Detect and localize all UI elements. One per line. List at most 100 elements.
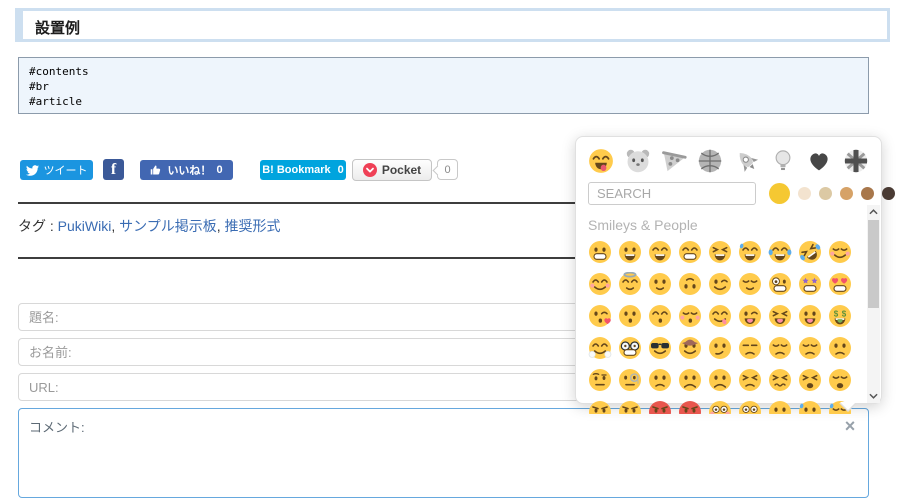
emoji-persevering-face[interactable] (738, 368, 762, 392)
emoji-tab-symbols-icon[interactable] (806, 147, 832, 174)
emoji-grinning-face-smiling-eyes[interactable] (648, 240, 672, 264)
tag-link[interactable]: PukiWiki (58, 218, 112, 234)
emoji-fearful-face[interactable] (768, 400, 792, 414)
hatena-count: 0 (337, 164, 344, 176)
emoji-confused-face[interactable] (648, 368, 672, 392)
emoji-smiling-face-with-halo[interactable] (618, 272, 642, 296)
emoji-tab-animals-nature-icon[interactable] (624, 147, 650, 174)
emoji-scroll-area: Smileys & People $ $ (576, 211, 881, 414)
emoji-tab-smileys-people-icon[interactable] (588, 147, 614, 174)
emoji-unamused-face[interactable] (738, 336, 762, 360)
facebook-f-icon: f (110, 161, 117, 178)
emoji-nerd-face[interactable] (618, 336, 642, 360)
skin-tone-swatch[interactable] (882, 187, 895, 200)
tag-link[interactable]: サンプル掲示板 (119, 218, 217, 234)
comment-textarea[interactable] (18, 408, 869, 498)
emoji-kissing-face-smiling-eyes[interactable] (648, 304, 672, 328)
emoji-disappointed-face[interactable] (768, 336, 792, 360)
emoji-kissing-face-closed-eyes[interactable] (678, 304, 702, 328)
emoji-smirking-face[interactable] (708, 336, 732, 360)
emoji-tab-objects-icon[interactable] (770, 147, 796, 174)
emoji-picker: Smileys & People $$ (575, 136, 895, 414)
picker-scrollbar[interactable] (867, 205, 880, 403)
emoji-category-tabs (576, 137, 881, 179)
emoji-money-mouth-face[interactable]: $ $ (828, 304, 852, 328)
emoji-face-with-raised-eyebrow[interactable] (588, 368, 612, 392)
tweet-button[interactable]: ツイート (20, 160, 93, 180)
emoji-face-blowing-kiss[interactable] (588, 304, 612, 328)
emoji-tab-activity-icon[interactable] (697, 147, 723, 174)
emoji-rolling-on-the-floor-laughing[interactable] (798, 240, 822, 264)
emoji-screaming-face[interactable] (738, 400, 762, 414)
emoji-grid: $ $ (588, 240, 858, 414)
emoji-cowboy-hat-face[interactable] (678, 336, 702, 360)
skin-tone-swatch[interactable] (769, 183, 790, 204)
emoji-face-with-steam[interactable] (588, 400, 612, 414)
emoji-pouting-face[interactable] (648, 400, 672, 414)
emoji-slightly-frowning-face[interactable] (678, 368, 702, 392)
emoji-grinning-face-big-eyes[interactable] (618, 240, 642, 264)
emoji-tab-flags-icon[interactable] (843, 147, 869, 174)
emoji-hugging-face[interactable] (588, 336, 612, 360)
pocket-label: Pocket (381, 163, 422, 177)
emoji-grinning-squinting-face[interactable] (708, 240, 732, 264)
page-title: 設置例 (15, 8, 890, 42)
tag-link[interactable]: 推奨形式 (225, 218, 281, 234)
emoji-anxious-face-with-sweat[interactable] (798, 400, 822, 414)
emoji-weary-face[interactable] (828, 368, 852, 392)
emoji-pensive-face[interactable] (798, 336, 822, 360)
pocket-count-bubble[interactable]: 0 (437, 159, 458, 180)
skin-tone-swatch[interactable] (861, 187, 874, 200)
emoji-face-with-tears-of-joy[interactable] (768, 240, 792, 264)
emoji-relieved-face[interactable] (738, 272, 762, 296)
tweet-button-label: ツイート (43, 165, 88, 177)
skin-tone-swatch[interactable] (840, 187, 853, 200)
pocket-button[interactable]: Pocket (352, 159, 432, 181)
emoji-tired-face[interactable] (798, 368, 822, 392)
emoji-face-with-symbols-on-mouth[interactable] (678, 400, 702, 414)
pocket-logo-icon (362, 163, 377, 177)
emoji-angry-face[interactable] (618, 400, 642, 414)
emoji-upside-down-face[interactable] (678, 272, 702, 296)
picker-close-icon[interactable]: × (840, 416, 860, 436)
hatena-bookmark-button[interactable]: B! Bookmark 0 (260, 160, 346, 180)
emoji-tab-travel-places-icon[interactable] (734, 147, 760, 174)
skin-tone-swatch[interactable] (798, 187, 811, 200)
code-line: #contents (29, 65, 89, 78)
scrollbar-down-icon[interactable] (867, 389, 880, 403)
emoji-beaming-face[interactable] (678, 240, 702, 264)
thumbs-up-icon (150, 164, 162, 176)
emoji-worried-face[interactable] (828, 336, 852, 360)
emoji-face-with-monocle[interactable] (618, 368, 642, 392)
emoji-heart-eyes[interactable] (828, 272, 852, 296)
emoji-face-with-tongue[interactable] (798, 304, 822, 328)
hatena-label: B! Bookmark (262, 164, 331, 176)
emoji-zany-face[interactable] (768, 272, 792, 296)
emoji-tab-food-drink-icon[interactable] (661, 147, 687, 174)
scrollbar-thumb[interactable] (868, 220, 879, 308)
scrollbar-up-icon[interactable] (867, 205, 880, 219)
picker-tail (839, 402, 857, 412)
emoji-smiling-face-smiling-eyes[interactable] (588, 272, 612, 296)
emoji-confounded-face[interactable] (768, 368, 792, 392)
emoji-grinning-face-with-sweat[interactable] (738, 240, 762, 264)
emoji-smiling-face[interactable] (828, 240, 852, 264)
emoji-squinting-face-with-tongue[interactable] (768, 304, 792, 328)
emoji-face-savoring-food[interactable] (708, 304, 732, 328)
facebook-button[interactable]: f (103, 159, 124, 180)
skin-tone-swatch[interactable] (819, 187, 832, 200)
emoji-frowning-face[interactable] (708, 368, 732, 392)
emoji-smiling-face-with-sunglasses[interactable] (648, 336, 672, 360)
twitter-bird-icon (25, 164, 39, 177)
emoji-search-input[interactable] (588, 182, 756, 205)
like-button-label: いいね！ (167, 165, 212, 177)
emoji-kissing-face[interactable] (618, 304, 642, 328)
emoji-star-struck[interactable] (798, 272, 822, 296)
emoji-winking-face-with-tongue[interactable] (738, 304, 762, 328)
emoji-grinning-face[interactable] (588, 240, 612, 264)
emoji-slightly-smiling-face[interactable] (648, 272, 672, 296)
tags-links: PukiWiki, サンプル掲示板, 推奨形式 (57, 218, 281, 234)
emoji-winking-face[interactable] (708, 272, 732, 296)
emoji-flushed-face[interactable] (708, 400, 732, 414)
facebook-like-button[interactable]: いいね！ 0 (140, 160, 233, 180)
